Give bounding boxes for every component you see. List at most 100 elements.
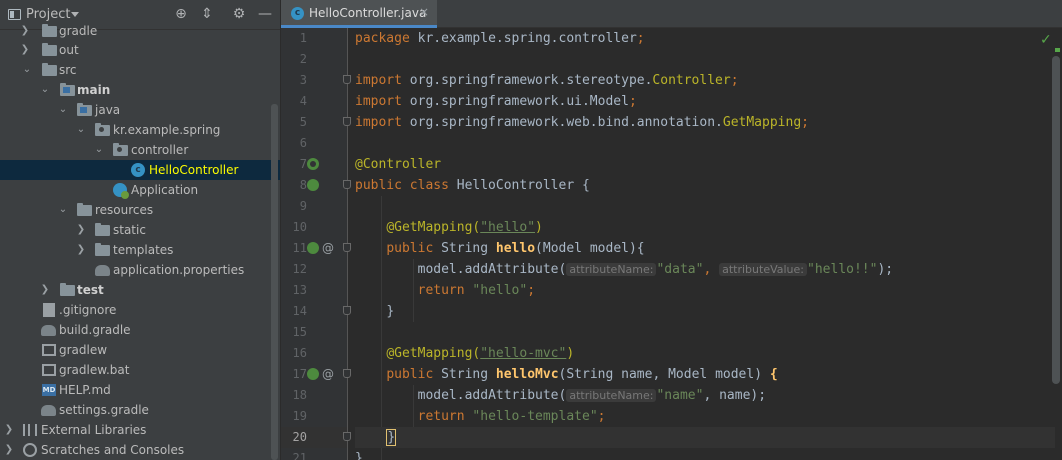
tree-item-controller[interactable]: ⌄ controller [0, 140, 280, 160]
chevron-down-icon[interactable]: ⌄ [21, 60, 33, 80]
code-line: } [355, 451, 363, 460]
line-number: 15 [292, 325, 307, 339]
fold-marker-icon[interactable] [343, 432, 351, 441]
matched-brace: } [386, 429, 397, 446]
tree-item-application[interactable]: Application [0, 180, 280, 200]
close-icon[interactable]: × [419, 5, 429, 19]
fold-marker-icon[interactable] [343, 369, 351, 378]
tree-item-out[interactable]: ❯ out [0, 40, 280, 60]
fold-marker-icon[interactable] [343, 306, 351, 315]
project-view-icon [8, 9, 21, 20]
terminal-file-icon [42, 364, 56, 376]
gutter-line: 19 [281, 406, 347, 427]
gutter-line: 14 [281, 301, 347, 322]
tree-item-label: controller [131, 143, 189, 157]
gear-icon[interactable]: ⚙ [231, 6, 247, 22]
module-folder-icon [60, 283, 75, 296]
gradle-icon [41, 405, 56, 416]
fold-marker-icon[interactable] [343, 117, 351, 126]
tree-item-application-properties[interactable]: application.properties [0, 260, 280, 280]
tree-item-settings-gradle[interactable]: settings.gradle [0, 400, 280, 420]
line-number: 13 [292, 283, 307, 297]
tree-item-label: Application [131, 183, 199, 197]
fold-marker-icon[interactable] [343, 75, 351, 84]
tree-item-gradle[interactable]: ❯ gradle [0, 21, 280, 41]
folder-icon [95, 243, 110, 256]
tree-item-main[interactable]: ⌄ main [0, 80, 280, 100]
project-title[interactable]: Project [26, 7, 70, 22]
editor-scrollbar[interactable] [1052, 56, 1060, 384]
chevron-down-icon[interactable]: ⌄ [57, 100, 69, 120]
line-number: 4 [299, 94, 307, 108]
tree-item-resources[interactable]: ⌄ resources [0, 200, 280, 220]
gutter-line: 11 @ [281, 238, 347, 259]
crosshair-icon[interactable]: ⊕ [173, 6, 189, 22]
request-mapping-icon[interactable] [307, 242, 319, 254]
folder-icon [42, 24, 57, 37]
gutter-line: 12 [281, 259, 347, 280]
tree-item-help-md[interactable]: MD HELP.md [0, 380, 280, 400]
chevron-down-icon[interactable]: ⌄ [57, 200, 69, 220]
resources-folder-icon [77, 203, 92, 216]
fold-marker-icon[interactable] [343, 180, 351, 189]
collapse-all-icon[interactable]: ⇕ [199, 6, 215, 22]
tree-item-package[interactable]: ⌄ kr.example.spring [0, 120, 280, 140]
line-number: 6 [299, 136, 307, 150]
annotation-icon[interactable]: @ [322, 368, 334, 380]
minimize-icon[interactable]: — [257, 6, 273, 22]
tree-item-gitignore[interactable]: .gitignore [0, 300, 280, 320]
folder-icon [95, 223, 110, 236]
chevron-down-icon[interactable]: ⌄ [75, 120, 87, 140]
spring-bean-icon[interactable] [307, 158, 319, 170]
parameter-hint: attributeName: [566, 389, 657, 402]
tree-item-external-libraries[interactable]: ❯ External Libraries [0, 420, 280, 440]
tree-item-label: gradlew.bat [59, 363, 130, 377]
tree-item-label: main [77, 83, 111, 97]
tree-item-hellocontroller[interactable]: c HelloController [0, 160, 280, 180]
annotation-icon[interactable]: @ [322, 242, 334, 254]
tree-item-gradlew[interactable]: gradlew [0, 340, 280, 360]
chevron-right-icon[interactable]: ❯ [19, 40, 31, 60]
tree-item-static[interactable]: ❯ static [0, 220, 280, 240]
chevron-down-icon[interactable] [71, 12, 79, 17]
tree-item-java[interactable]: ⌄ java [0, 100, 280, 120]
tree-item-gradlew-bat[interactable]: gradlew.bat [0, 360, 280, 380]
code-area[interactable]: package kr.example.spring.controller; im… [355, 28, 1055, 460]
request-mapping-icon[interactable] [307, 368, 319, 380]
fold-marker-icon[interactable] [343, 243, 351, 252]
tree-item-templates[interactable]: ❯ templates [0, 240, 280, 260]
tree-item-build-gradle[interactable]: build.gradle [0, 320, 280, 340]
editor-tab-bar: c HelloController.java × [281, 0, 1062, 28]
code-line-current: } [355, 427, 1055, 448]
tree-item-scratches[interactable]: ❯ Scratches and Consoles [0, 440, 280, 460]
code-editor[interactable]: 1 2 3 4 5 6 7 8 9 10 11 @ 12 13 14 15 16… [281, 28, 1062, 460]
line-number: 2 [299, 52, 307, 66]
chevron-down-icon[interactable]: ⌄ [39, 80, 51, 100]
gutter-line: 4 [281, 91, 347, 112]
gutter-line: 15 [281, 322, 347, 343]
package-icon [95, 123, 110, 136]
chevron-right-icon[interactable]: ❯ [75, 240, 87, 260]
gutter-line: 2 [281, 49, 347, 70]
chevron-right-icon[interactable]: ❯ [39, 280, 51, 300]
library-icon [23, 424, 37, 436]
chevron-right-icon[interactable]: ❯ [3, 420, 15, 440]
tree-item-src[interactable]: ⌄ src [0, 60, 280, 80]
project-tree-scrollbar[interactable] [271, 104, 278, 460]
tree-item-label: application.properties [113, 263, 245, 277]
spring-bean-icon[interactable] [307, 179, 319, 191]
gutter-line-current: 20 [281, 427, 347, 448]
line-number: 7 [299, 157, 307, 171]
inspection-ok-icon[interactable]: ✓ [1040, 32, 1052, 48]
code-line: return "hello"; [417, 283, 536, 298]
chevron-right-icon[interactable]: ❯ [75, 220, 87, 240]
chevron-right-icon[interactable]: ❯ [19, 21, 31, 41]
tree-item-test[interactable]: ❯ test [0, 280, 280, 300]
chevron-right-icon[interactable]: ❯ [3, 440, 15, 460]
tab-hellocontroller[interactable]: c HelloController.java × [281, 0, 437, 28]
chevron-down-icon[interactable]: ⌄ [93, 140, 105, 160]
code-line: @GetMapping("hello-mvc") [386, 346, 575, 361]
code-line: } [386, 304, 395, 319]
gutter-line: 18 [281, 385, 347, 406]
line-number: 18 [292, 388, 307, 402]
